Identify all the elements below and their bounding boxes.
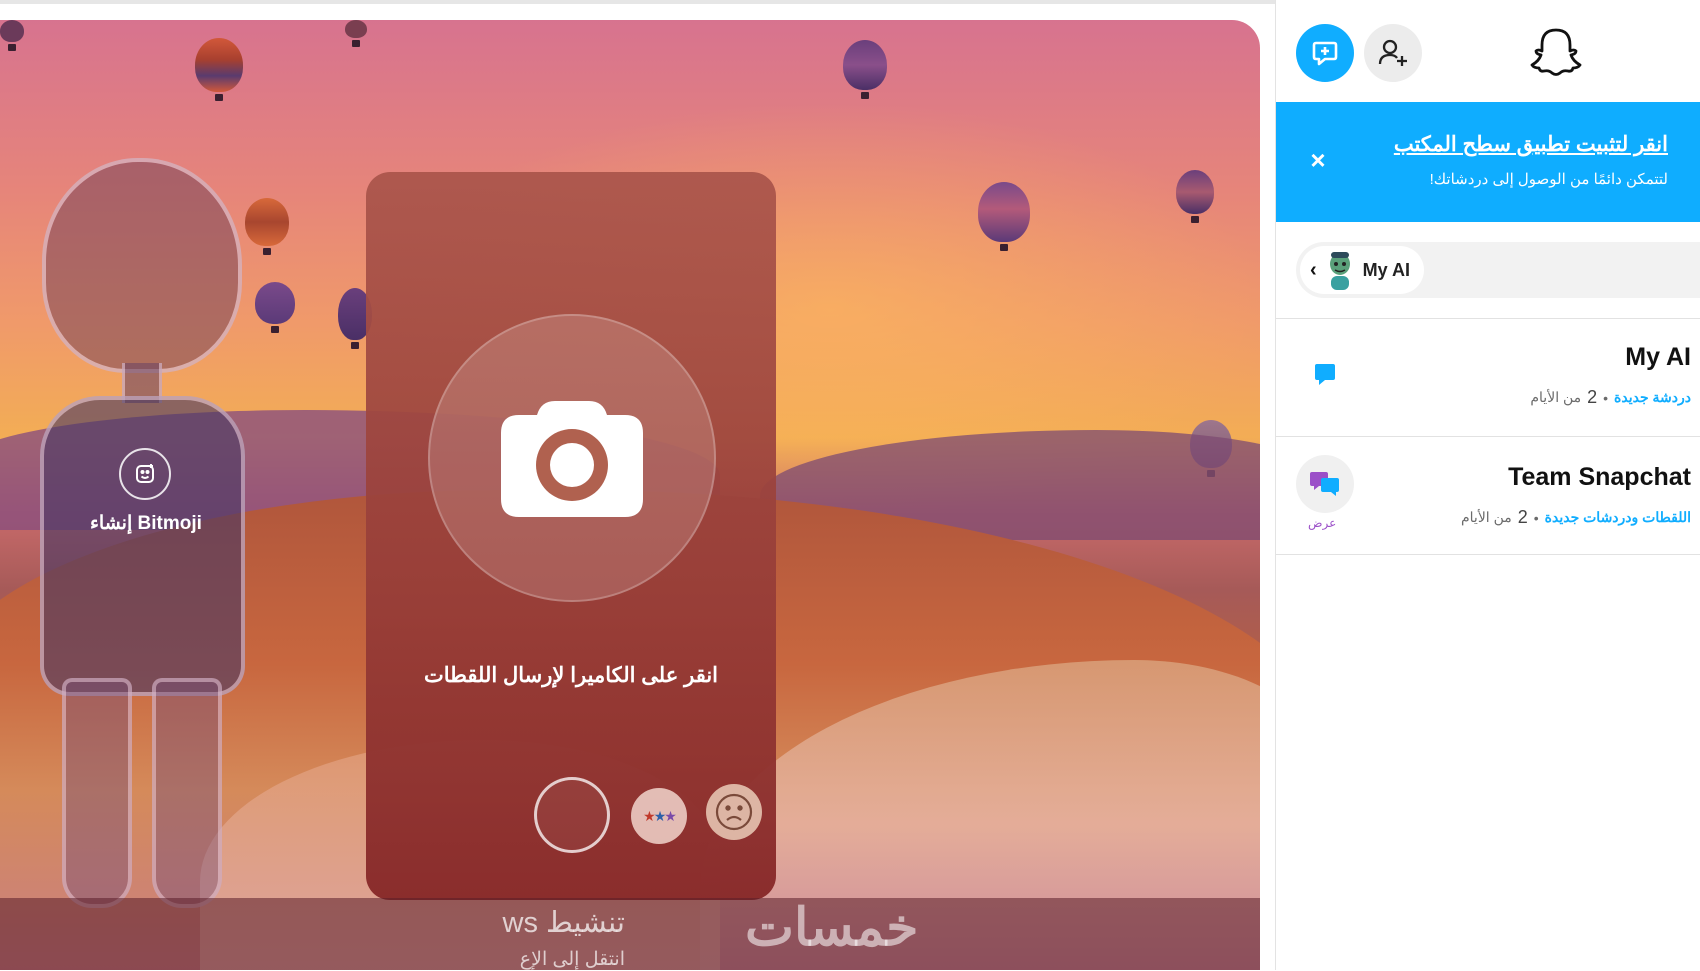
- face-lens-option[interactable]: [706, 784, 762, 840]
- star-icon: ★: [664, 807, 676, 824]
- avatar-leg: [152, 678, 222, 908]
- balloon: [345, 20, 367, 47]
- chat-row-my-ai[interactable]: My AI دردشة جديدة • 2 من الأيام: [1276, 319, 1700, 435]
- camera-lens-option[interactable]: [534, 777, 610, 853]
- camera-stage: إنشاء Bitmoji انقر على الكاميرا لإرسال ا…: [0, 20, 1260, 970]
- balloon: [195, 38, 243, 101]
- avatar-leg: [62, 678, 132, 908]
- chat-meta: اللقطات ودردشات جديدة • 2 من الأيام: [1461, 507, 1691, 528]
- windows-activation-subtitle: انتقل إلى الإع: [519, 949, 625, 970]
- my-ai-avatar: [1325, 250, 1355, 290]
- avatar-body: [40, 396, 245, 696]
- chat-status: اللقطات ودردشات جديدة: [1544, 509, 1691, 525]
- balloon: [0, 20, 24, 51]
- new-chat-button[interactable]: [1296, 24, 1354, 82]
- balloon: [978, 182, 1030, 251]
- camera-capture-button[interactable]: [428, 314, 716, 602]
- chat-age-text: من الأيام: [1460, 509, 1512, 525]
- create-bitmoji-label: إنشاء Bitmoji: [90, 513, 202, 534]
- my-ai-filter-chip[interactable]: ‹ My AI: [1300, 246, 1425, 294]
- meta-separator: •: [1603, 389, 1609, 406]
- close-icon[interactable]: ×: [1304, 145, 1332, 175]
- avatar-head: [42, 158, 242, 373]
- star-icon: ★: [653, 807, 666, 824]
- balloon: [1176, 170, 1214, 223]
- chat-row-team-snapchat[interactable]: Team Snapchat اللقطات ودردشات جديدة • 2 …: [1276, 437, 1700, 553]
- chat-sidebar: × انقر لتثبيت تطبيق سطح المكتب لتتمكن دا…: [1275, 0, 1700, 970]
- balloon: [843, 40, 887, 99]
- camera-card: انقر على الكاميرا لإرسال اللقطات ★ ★ ★: [366, 172, 776, 900]
- install-desktop-subtitle: لتتمكن دائمًا من الوصول إلى دردشاتك!: [1429, 171, 1668, 188]
- chat-meta: دردشة جديدة • 2 من الأيام: [1530, 387, 1691, 408]
- new-chat-icon: [1312, 41, 1338, 66]
- install-desktop-link[interactable]: انقر لتثبيت تطبيق سطح المكتب: [1394, 132, 1668, 157]
- add-friend-icon: [1378, 39, 1407, 66]
- bitmoji-icon: [119, 448, 171, 500]
- chevron-left-icon: ‹: [1310, 258, 1317, 281]
- chat-name: Team Snapchat: [1508, 463, 1691, 491]
- watermark: خمسات: [745, 899, 919, 957]
- stars-lens-option[interactable]: ★ ★ ★: [631, 788, 687, 844]
- chat-filter-row: ‹ My AI: [1296, 242, 1700, 298]
- sad-face-icon: [715, 793, 753, 831]
- snapchat-ghost-icon[interactable]: [1526, 22, 1586, 82]
- team-snapchat-icon: [1296, 455, 1354, 513]
- camera-prompt-text: انقر على الكاميرا لإرسال اللقطات: [423, 664, 719, 687]
- camera-icon: [501, 401, 643, 517]
- balloon: [255, 282, 295, 333]
- windows-activation-title: تنشيط ws: [502, 907, 625, 939]
- chat-age-number: 2: [1587, 387, 1598, 407]
- my-ai-chip-label: My AI: [1362, 259, 1411, 280]
- star-icon: ★: [643, 807, 655, 824]
- install-desktop-banner: × انقر لتثبيت تطبيق سطح المكتب لتتمكن دا…: [1276, 102, 1700, 222]
- bitmoji-avatar-placeholder: إنشاء Bitmoji: [30, 148, 260, 908]
- view-snaps-label[interactable]: عرض: [1308, 516, 1336, 530]
- bottom-overlay-band: [0, 898, 1260, 970]
- add-friend-button[interactable]: [1364, 24, 1422, 82]
- chat-status: دردشة جديدة: [1614, 389, 1691, 405]
- chat-age-text: من الأيام: [1530, 389, 1582, 405]
- create-bitmoji-button[interactable]: إنشاء Bitmoji: [90, 448, 202, 535]
- chat-name: My AI: [1625, 343, 1691, 371]
- sidebar-header: [1276, 0, 1700, 102]
- chat-bubble-icon: [1296, 345, 1354, 403]
- divider: [1276, 554, 1700, 555]
- meta-separator: •: [1533, 509, 1539, 526]
- chat-age-number: 2: [1517, 507, 1528, 527]
